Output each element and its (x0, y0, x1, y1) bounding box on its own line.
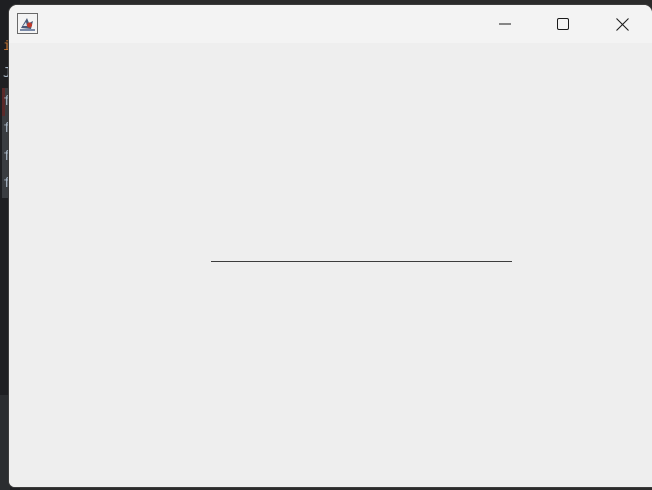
minimize-icon (499, 23, 511, 25)
java-duke-icon[interactable] (17, 13, 38, 34)
maximize-button[interactable] (534, 5, 592, 43)
content-pane (9, 43, 652, 487)
app-window (9, 5, 652, 487)
minimize-button[interactable] (476, 5, 534, 43)
maximize-icon (557, 18, 569, 30)
title-bar[interactable] (9, 5, 652, 43)
text-input-field[interactable] (211, 257, 512, 262)
close-button[interactable] (593, 5, 652, 43)
close-icon (616, 17, 629, 31)
